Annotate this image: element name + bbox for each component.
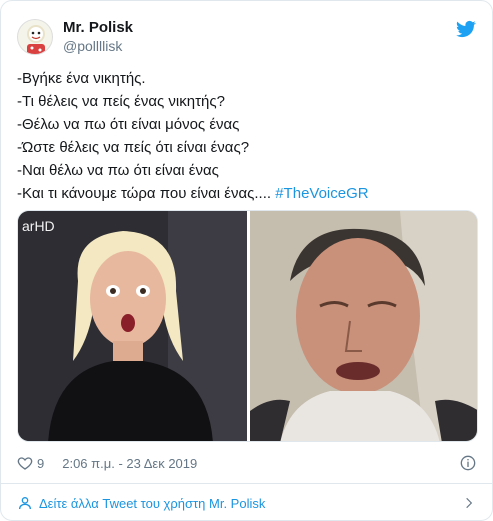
tweet-timestamp[interactable]: 2:06 π.μ. - 23 Δεκ 2019 xyxy=(62,456,197,471)
hashtag-link[interactable]: #TheVoiceGR xyxy=(275,185,368,202)
twitter-bird-icon[interactable] xyxy=(456,19,476,39)
more-tweets-label: Δείτε άλλα Tweet του χρήστη Mr. Polisk xyxy=(39,495,266,511)
tweet-line: -Θέλω να πω ότι είναι μόνος ένας xyxy=(17,116,240,133)
like-count: 9 xyxy=(37,455,45,471)
tweet-line: -Ώστε θέλεις να πείς ότι είναι ένας? xyxy=(17,139,250,156)
avatar[interactable] xyxy=(17,19,53,55)
media-grid: arHD xyxy=(17,210,478,442)
info-icon[interactable] xyxy=(460,455,476,471)
tweet-card: Mr. Polisk @pollllisk -Βγήκε ένα νικητής… xyxy=(0,0,493,521)
channel-watermark: arHD xyxy=(22,218,55,234)
heart-icon[interactable] xyxy=(17,455,33,471)
tweet-line: -Τι θέλεις να πείς ένας νικητής? xyxy=(17,93,225,110)
person-icon xyxy=(19,497,31,510)
tweet-line: -Ναι θέλω να πω ότι είναι ένας xyxy=(17,162,219,179)
tweet-line-text: -Και τι κάνουμε τώρα που είναι ένας.... xyxy=(17,185,272,202)
photo-left[interactable]: arHD xyxy=(18,211,247,441)
display-name[interactable]: Mr. Polisk xyxy=(63,19,133,37)
author-names: Mr. Polisk @pollllisk xyxy=(63,19,133,55)
chevron-right-icon xyxy=(466,497,473,509)
tweet-header: Mr. Polisk @pollllisk xyxy=(17,17,476,57)
tweet-footer: 9 2:06 π.μ. - 23 Δεκ 2019 xyxy=(17,453,476,473)
tweet-line: -Βγήκε ένα νικητής. xyxy=(17,70,146,87)
more-tweets-link[interactable]: Δείτε άλλα Tweet του χρήστη Mr. Polisk xyxy=(17,492,476,514)
tweet-line-last: -Και τι κάνουμε τώρα που είναι ένας.... … xyxy=(17,182,476,205)
divider xyxy=(1,483,492,484)
tweet-text: -Βγήκε ένα νικητής. -Τι θέλεις να πείς έ… xyxy=(17,67,476,205)
user-handle[interactable]: @pollllisk xyxy=(63,37,133,55)
photo-right[interactable] xyxy=(250,211,477,441)
